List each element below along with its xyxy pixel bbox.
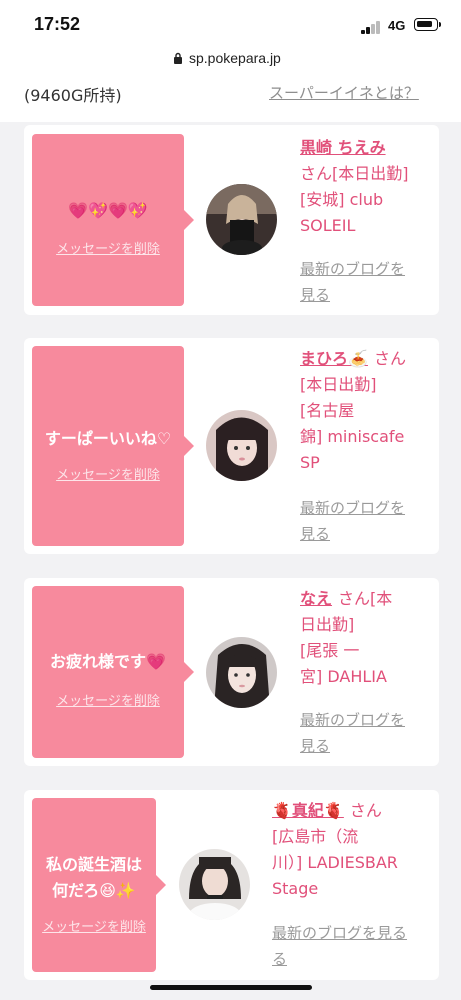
blog-link-line[interactable]: 見る <box>300 521 405 547</box>
delete-message-link[interactable]: メッセージを削除 <box>32 464 184 483</box>
cast-info: なえ さん[本 日出勤] [尾張 一 宮] DAHLIA <box>300 586 435 690</box>
name-suffix: さん <box>349 801 382 820</box>
shop-line: Stage <box>272 879 319 898</box>
latest-blog-link[interactable]: 最新のブログを 見る <box>300 495 405 547</box>
shop-line: 川）] LADIESBAR <box>272 853 398 872</box>
cast-info: 黒崎 ちえみ さん[本日出勤] [安城] club SOLEIL <box>300 135 435 239</box>
name-suffix: さん <box>373 349 406 368</box>
home-indicator[interactable] <box>150 985 312 990</box>
super-like-card: 私の誕生酒は 何だろ😆✨ メッセージを削除 🫀真紀🫀 さん [広島市（流 川）] … <box>24 790 439 980</box>
blog-link-line[interactable]: 最新のブログを <box>300 495 405 521</box>
cast-name-link[interactable]: 🫀真紀🫀 <box>272 801 344 820</box>
lock-icon <box>174 52 182 64</box>
signal-icon <box>361 20 383 34</box>
message-box: お疲れ様です💗 メッセージを削除 <box>32 586 194 758</box>
work-status: 日出勤] <box>300 615 355 634</box>
shop-line: SP <box>300 453 320 472</box>
blog-link-line[interactable]: 最新のブログを <box>300 707 405 733</box>
cast-name-link[interactable]: 黒崎 ちえみ <box>300 138 386 157</box>
delete-message-link[interactable]: メッセージを削除 <box>32 238 184 257</box>
work-status: [広島市（流 <box>272 827 359 846</box>
message-box: 💗💖💗💖 メッセージを削除 <box>32 134 194 306</box>
message-text: お疲れ様です💗 <box>50 652 166 671</box>
work-status: [本日出勤] <box>300 375 377 394</box>
avatar[interactable] <box>206 184 277 255</box>
super-like-card: お疲れ様です💗 メッセージを削除 なえ さん[本 日出勤] [尾張 一 宮] DA… <box>24 578 439 766</box>
blog-link-line[interactable]: 見る <box>300 733 405 759</box>
shop-line: [名古屋 <box>300 401 355 420</box>
cast-info: 🫀真紀🫀 さん [広島市（流 川）] LADIESBAR Stage <box>272 798 437 902</box>
shop-line: 宮] DAHLIA <box>300 667 387 686</box>
blog-link-line[interactable]: 最新のブログを <box>300 256 405 282</box>
name-suffix: さん[本 <box>338 589 393 608</box>
status-time: 17:52 <box>34 14 81 34</box>
points-balance: (9460G所持) <box>24 86 122 105</box>
cast-name-link[interactable]: まひろ🍝 <box>300 349 368 368</box>
shop-line: [尾張 一 <box>300 641 360 660</box>
delete-message-link[interactable]: メッセージを削除 <box>32 916 156 935</box>
work-status: [本日出勤] <box>332 164 409 183</box>
cast-info: まひろ🍝 さん [本日出勤] [名古屋 錦] miniscafe SP <box>300 346 435 476</box>
super-like-help-link[interactable]: スーパーイイネとは？ <box>269 82 419 103</box>
avatar[interactable] <box>206 637 277 708</box>
message-text-line: 私の誕生酒は <box>45 855 142 874</box>
latest-blog-link[interactable]: 最新のブログを 見る <box>300 707 405 759</box>
latest-blog-link[interactable]: 最新のブログを見る る <box>272 920 407 972</box>
name-suffix: さん <box>300 164 333 183</box>
status-bar: 17:52 4G <box>0 0 461 44</box>
super-like-card: すーぱーいいね♡ メッセージを削除 まひろ🍝 さん [本日出勤] [名古屋 錦] … <box>24 338 439 554</box>
blog-link-line[interactable]: 見る <box>300 282 405 308</box>
latest-blog-link[interactable]: 最新のブログを 見る <box>300 256 405 308</box>
super-like-card: 💗💖💗💖 メッセージを削除 黒崎 ちえみ さん[本日出勤] [安城] club … <box>24 125 439 315</box>
shop-line: 錦] miniscafe <box>300 427 405 446</box>
cast-name-link[interactable]: なえ <box>300 589 332 608</box>
message-text: すーぱーいいね♡ <box>44 429 172 448</box>
message-box: すーぱーいいね♡ メッセージを削除 <box>32 346 194 546</box>
delete-message-link[interactable]: メッセージを削除 <box>32 690 184 709</box>
network-type: 4G <box>388 18 406 33</box>
battery-icon <box>414 18 441 31</box>
avatar[interactable] <box>179 849 250 920</box>
url-text[interactable]: sp.pokepara.jp <box>189 50 281 66</box>
shop-line: SOLEIL <box>300 216 356 235</box>
shop-line: [安城] club <box>300 190 384 209</box>
blog-link-line[interactable]: 最新のブログを見る <box>272 920 407 946</box>
message-box: 私の誕生酒は 何だろ😆✨ メッセージを削除 <box>32 798 166 972</box>
avatar[interactable] <box>206 410 277 481</box>
message-text-line: 何だろ😆✨ <box>52 881 136 900</box>
blog-link-line[interactable]: る <box>272 946 407 972</box>
message-text: 💗💖💗💖 <box>68 201 148 220</box>
